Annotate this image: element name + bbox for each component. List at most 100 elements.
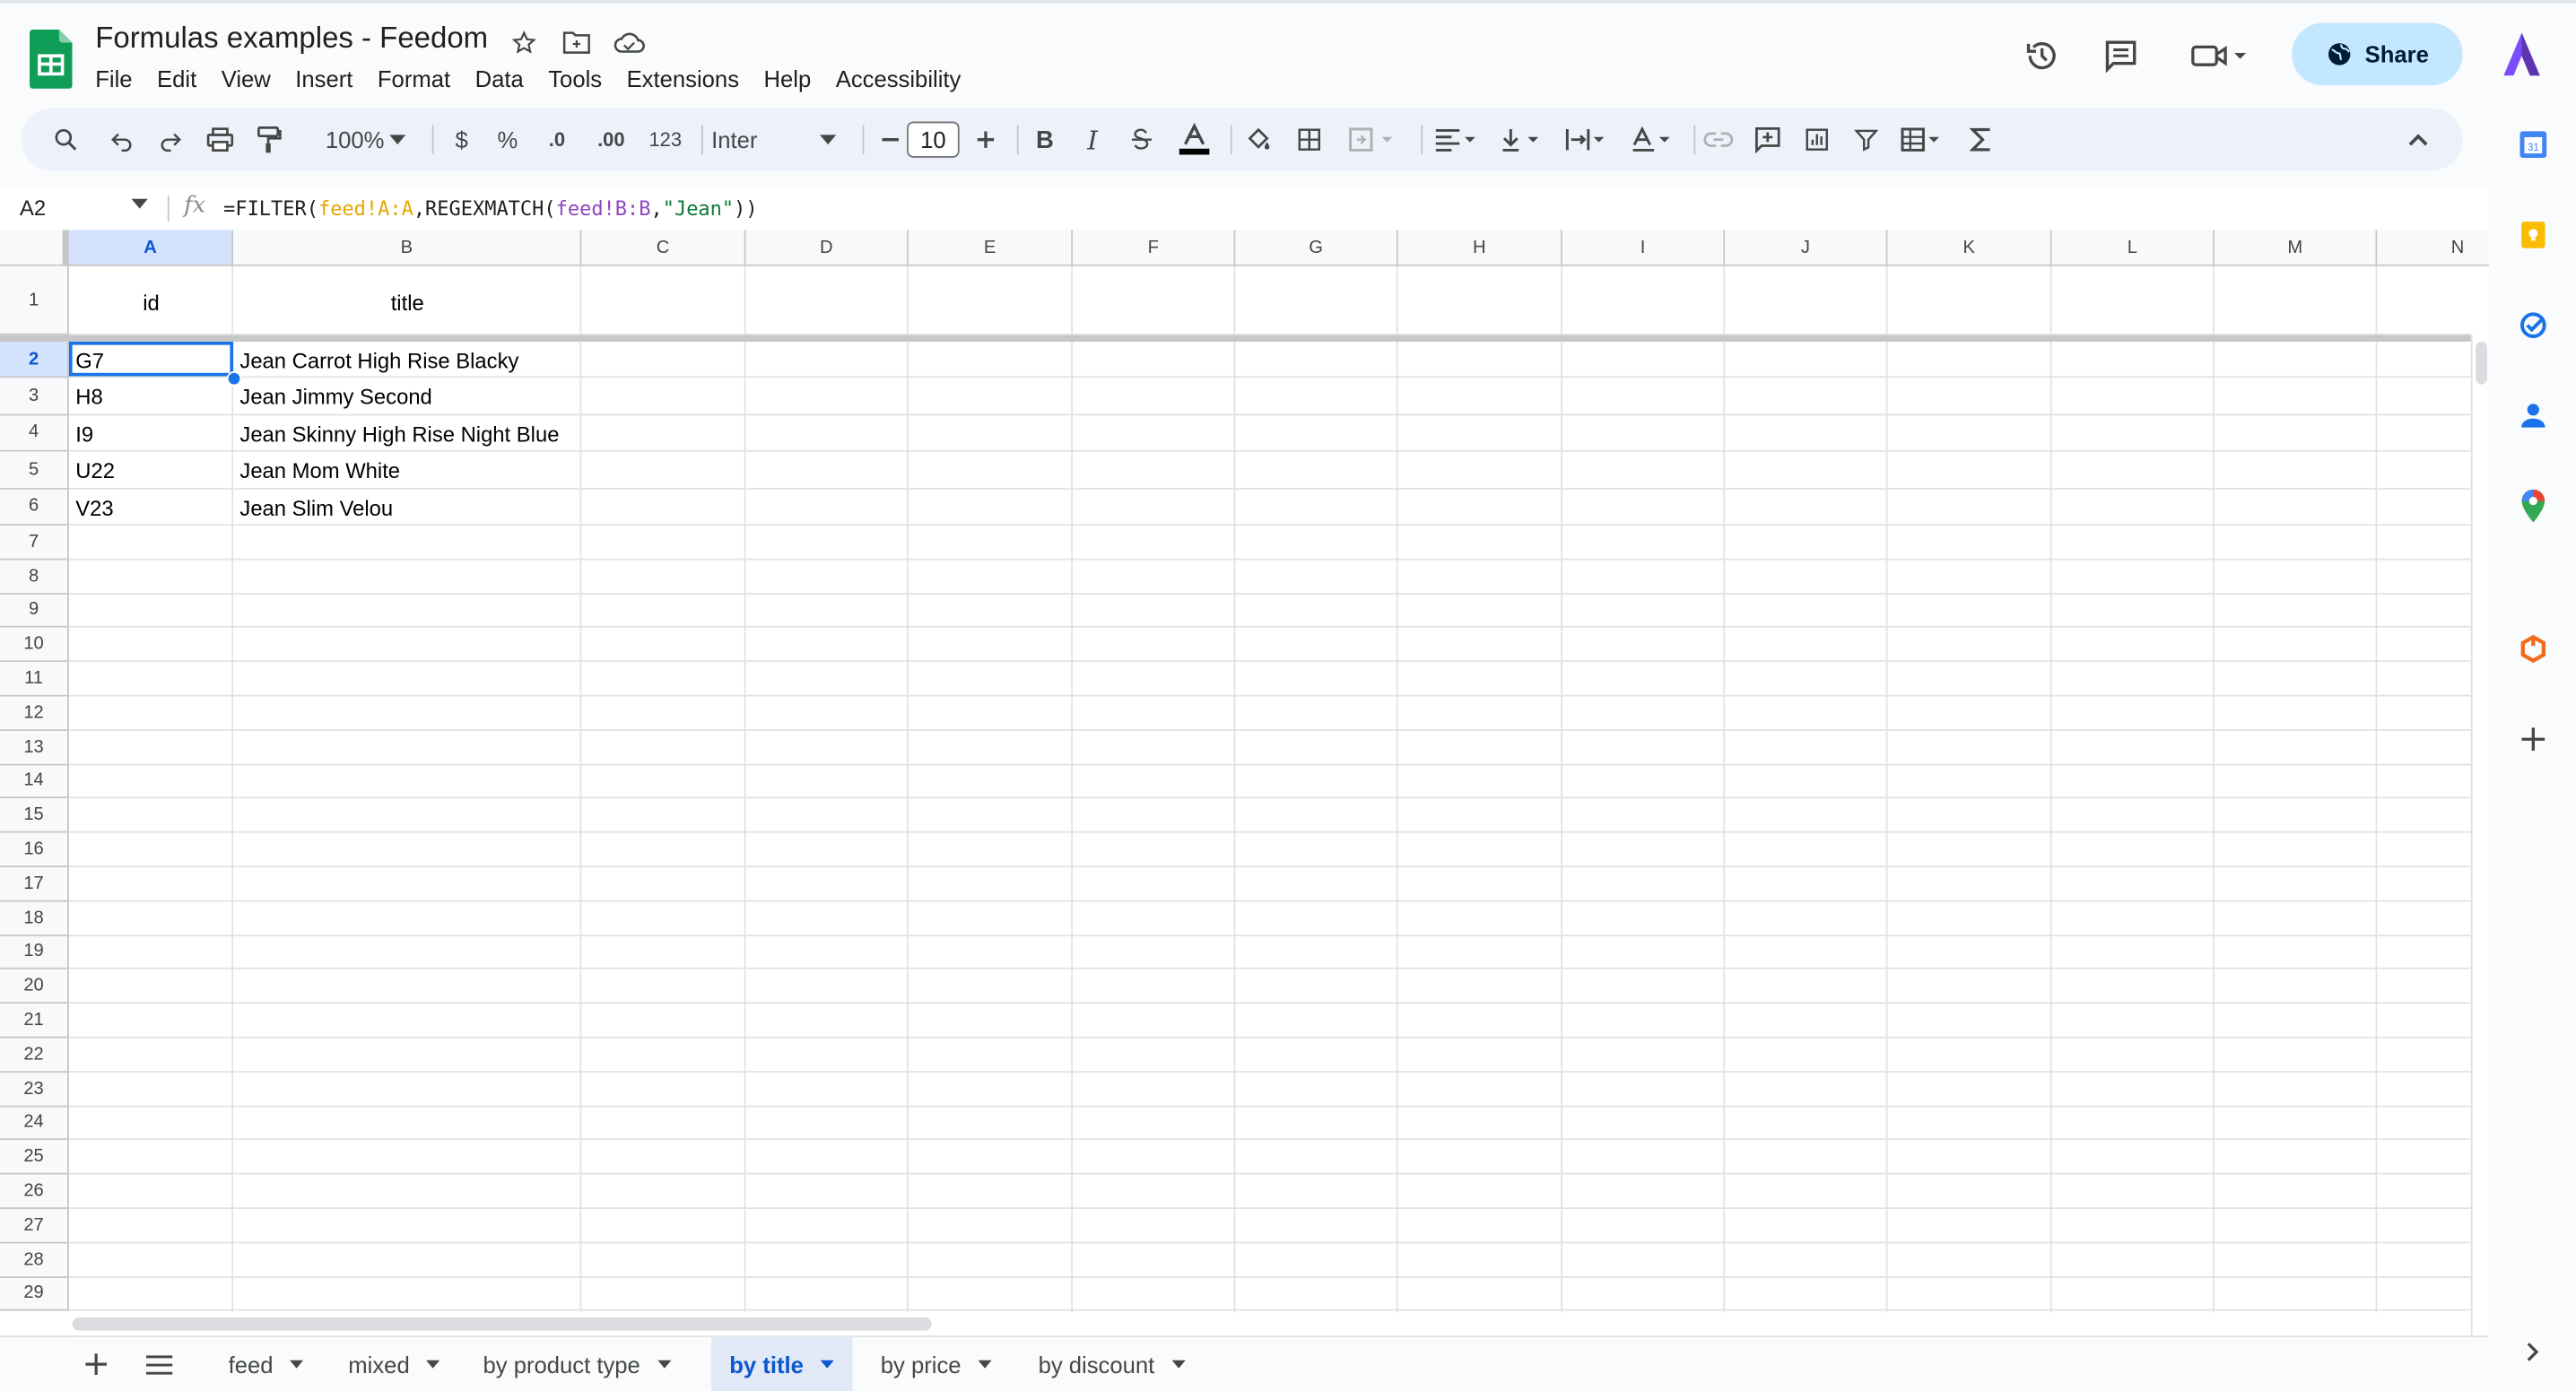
filter-icon[interactable] (1849, 109, 1884, 171)
cell-a1[interactable]: id (69, 291, 233, 315)
row-header-12[interactable]: 12 (0, 696, 69, 731)
name-box-chevron-down-icon[interactable] (131, 198, 148, 209)
row-header-2[interactable]: 2 (0, 341, 69, 378)
text-wrapping-icon[interactable] (1559, 109, 1614, 171)
row-header-15[interactable]: 15 (0, 798, 69, 833)
row-header-11[interactable]: 11 (0, 662, 69, 697)
cell-a4[interactable]: I9 (75, 422, 93, 446)
expand-panel-chevron-icon[interactable] (2517, 1335, 2550, 1369)
print-icon[interactable] (202, 109, 238, 171)
column-header-k[interactable]: K (1887, 230, 2052, 266)
sheet-tab-mixed[interactable]: mixed (328, 1337, 460, 1391)
column-header-f[interactable]: F (1073, 230, 1236, 266)
spreadsheet-grid[interactable]: A B C D E F G H I J K L M N 1 2 3 4 5 6 7 8 9 10 11 12 13 14 15 16 17 1… (0, 230, 2489, 1336)
cell-a6[interactable]: V23 (75, 495, 113, 519)
borders-icon[interactable] (1292, 109, 1327, 171)
row-header-1[interactable]: 1 (0, 265, 69, 335)
sheet-tab-by-price[interactable]: by price (861, 1337, 1013, 1391)
sheet-tab-by-discount[interactable]: by discount (1019, 1337, 1205, 1391)
currency-format-button[interactable]: $ (442, 109, 482, 171)
column-header-d[interactable]: D (745, 230, 909, 266)
text-color-icon[interactable] (1175, 109, 1214, 171)
menu-insert[interactable]: Insert (295, 65, 364, 91)
add-sheet-icon[interactable] (79, 1337, 112, 1391)
vertical-scrollbar-thumb[interactable] (2476, 341, 2488, 385)
row-header-8[interactable]: 8 (0, 560, 69, 595)
column-header-a[interactable]: A (68, 230, 234, 266)
column-header-b[interactable]: B (233, 230, 582, 266)
column-header-n[interactable]: N (2377, 230, 2489, 266)
row-header-21[interactable]: 21 (0, 1004, 69, 1039)
row-header-26[interactable]: 26 (0, 1174, 69, 1210)
vertical-scrollbar[interactable] (2470, 335, 2489, 1336)
get-addons-plus-icon[interactable] (2517, 723, 2550, 756)
row-header-7[interactable]: 7 (0, 526, 69, 561)
row-header-28[interactable]: 28 (0, 1243, 69, 1278)
keep-icon[interactable] (2517, 219, 2550, 252)
row-header-29[interactable]: 29 (0, 1277, 69, 1312)
calendar-icon[interactable]: 31 (2517, 128, 2550, 161)
column-header-m[interactable]: M (2214, 230, 2378, 266)
tasks-icon[interactable] (2517, 309, 2550, 342)
cell-b3[interactable]: Jean Jimmy Second (239, 385, 431, 409)
share-button[interactable]: Share (2292, 22, 2463, 86)
formula-input[interactable]: =FILTER(feed!A:A,REGEXMATCH(feed!B:B,"Je… (223, 197, 758, 221)
percent-format-button[interactable]: % (488, 109, 527, 171)
meet-icon[interactable] (2179, 23, 2261, 89)
table-view-icon[interactable] (1894, 109, 1950, 171)
fill-handle[interactable] (226, 370, 242, 387)
menu-extensions[interactable]: Extensions (627, 65, 751, 91)
undo-icon[interactable] (103, 109, 139, 171)
star-icon[interactable] (508, 26, 541, 59)
decrease-decimal-button[interactable]: .0 (534, 109, 579, 171)
move-folder-icon[interactable] (561, 26, 594, 59)
zoom-chevron-down-icon[interactable] (386, 109, 409, 171)
frozen-row-divider[interactable] (0, 335, 2471, 342)
menu-view[interactable]: View (222, 65, 283, 91)
menu-format[interactable]: Format (378, 65, 462, 91)
column-header-l[interactable]: L (2051, 230, 2215, 266)
font-family-select[interactable]: Inter (711, 109, 826, 171)
text-rotation-icon[interactable] (1624, 109, 1680, 171)
cloud-status-icon[interactable] (613, 26, 646, 59)
menu-file[interactable]: File (95, 65, 144, 91)
column-header-h[interactable]: H (1397, 230, 1562, 266)
row-header-18[interactable]: 18 (0, 901, 69, 936)
version-history-icon[interactable] (2009, 23, 2075, 89)
row-header-23[interactable]: 23 (0, 1072, 69, 1107)
column-header-g[interactable]: G (1235, 230, 1398, 266)
column-header-c[interactable]: C (581, 230, 746, 266)
collapse-toolbar-icon[interactable] (2400, 109, 2436, 171)
row-header-24[interactable]: 24 (0, 1106, 69, 1141)
sheet-tab-feed[interactable]: feed (209, 1337, 325, 1391)
increase-font-size-icon[interactable] (968, 109, 1004, 171)
comments-icon[interactable] (2088, 23, 2154, 89)
column-header-i[interactable]: I (1562, 230, 1726, 266)
name-box[interactable]: A2 (20, 196, 46, 220)
row-header-9[interactable]: 9 (0, 594, 69, 629)
fill-color-icon[interactable] (1240, 109, 1276, 171)
decrease-font-size-icon[interactable] (873, 109, 909, 171)
contacts-icon[interactable] (2517, 399, 2550, 432)
menu-edit[interactable]: Edit (157, 65, 208, 91)
row-header-16[interactable]: 16 (0, 832, 69, 868)
vertical-align-icon[interactable] (1493, 109, 1549, 171)
paint-format-icon[interactable] (251, 109, 287, 171)
row-header-22[interactable]: 22 (0, 1038, 69, 1073)
account-avatar-icon[interactable] (2497, 30, 2546, 79)
select-all-corner[interactable] (0, 230, 69, 266)
menu-help[interactable]: Help (763, 65, 822, 91)
row-header-4[interactable]: 4 (0, 415, 69, 453)
insert-chart-icon[interactable] (1799, 109, 1835, 171)
all-sheets-menu-icon[interactable] (142, 1337, 178, 1391)
cell-a5[interactable]: U22 (75, 458, 115, 483)
row-header-5[interactable]: 5 (0, 452, 69, 490)
italic-button[interactable]: I (1075, 109, 1110, 171)
cell-b6[interactable]: Jean Slim Velou (239, 495, 393, 519)
row-header-20[interactable]: 20 (0, 969, 69, 1004)
row-header-19[interactable]: 19 (0, 935, 69, 970)
maps-icon[interactable] (2517, 489, 2550, 523)
row-header-10[interactable]: 10 (0, 628, 69, 663)
merge-cells-icon[interactable] (1342, 109, 1397, 171)
menu-tools[interactable]: Tools (548, 65, 614, 91)
